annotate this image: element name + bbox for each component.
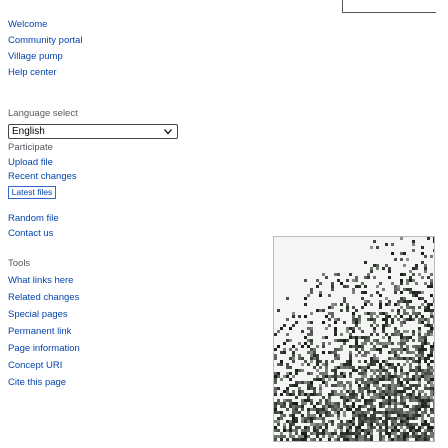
related-changes-link[interactable]: Related changes: [8, 292, 79, 304]
sidebar: Welcome Community portal Village pump He…: [0, 0, 130, 448]
upload-file-link[interactable]: Upload file: [8, 157, 53, 169]
specimen-photo-image: [274, 237, 434, 441]
community-portal-link[interactable]: Community portal: [8, 35, 82, 47]
tools-heading: Tools: [8, 258, 31, 269]
village-pump-link[interactable]: Village pump: [8, 51, 63, 63]
cite-this-page-link[interactable]: Cite this page: [8, 377, 66, 389]
what-links-here-link[interactable]: What links here: [8, 275, 73, 287]
random-file-link[interactable]: Random file: [8, 213, 59, 225]
special-pages-link[interactable]: Special pages: [8, 309, 68, 321]
page-information-link[interactable]: Page information: [8, 343, 80, 355]
recent-changes-link[interactable]: Recent changes: [8, 171, 77, 183]
participate-heading: Participate: [8, 142, 53, 153]
permanent-link[interactable]: Permanent link: [8, 326, 71, 338]
specimen-photo: [273, 236, 435, 442]
language-select-value: English: [12, 126, 45, 137]
content-frame: [342, 0, 436, 13]
contact-us-link[interactable]: Contact us: [8, 228, 53, 240]
welcome-link[interactable]: Welcome: [8, 19, 47, 31]
language-select-heading: Language select: [8, 108, 78, 119]
language-select[interactable]: English: [8, 124, 178, 139]
help-center-link[interactable]: Help center: [8, 67, 57, 79]
chevron-down-icon: [163, 129, 173, 135]
concept-uri-link[interactable]: Concept URI: [8, 360, 62, 372]
latest-files-button[interactable]: Latest files: [8, 186, 56, 199]
